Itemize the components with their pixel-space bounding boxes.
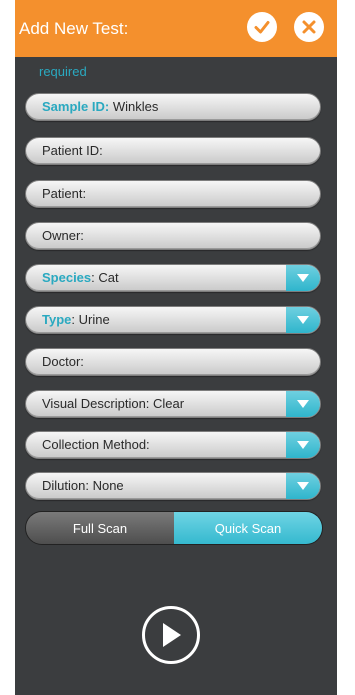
scan-mode-toggle: Full Scan Quick Scan (25, 511, 323, 545)
dilution-select[interactable]: Dilution: None (25, 472, 321, 500)
chevron-down-icon (297, 274, 309, 282)
header-title: Add New Test: (19, 19, 129, 38)
close-icon (302, 20, 316, 34)
dilution-label: Dilution: None (42, 478, 124, 493)
dilution-dropdown-button[interactable] (286, 473, 320, 499)
chevron-down-icon (297, 441, 309, 449)
add-test-panel: Add New Test: required Sample ID: Winkle… (15, 0, 337, 695)
collection-method-dropdown-button[interactable] (286, 432, 320, 458)
doctor-field[interactable]: Doctor: (25, 348, 321, 376)
sample-id-field[interactable]: Sample ID: Winkles (25, 93, 321, 121)
full-scan-option[interactable]: Full Scan (26, 512, 174, 544)
required-label: required (39, 64, 87, 79)
chevron-down-icon (297, 316, 309, 324)
chevron-down-icon (297, 482, 309, 490)
type-select[interactable]: Type: Urine (25, 306, 321, 334)
patient-label: Patient: (42, 186, 87, 201)
type-value: : Urine (71, 312, 110, 327)
species-value: : Cat (91, 270, 119, 285)
species-select[interactable]: Species: Cat (25, 264, 321, 292)
collection-method-label: Collection Method: (42, 437, 150, 452)
doctor-label: Doctor: (42, 354, 84, 369)
type-label: Type (42, 312, 72, 327)
patient-field[interactable]: Patient: (25, 180, 321, 208)
chevron-down-icon (297, 400, 309, 408)
sample-id-label: Sample ID: (42, 99, 110, 114)
header-bar: Add New Test: (15, 0, 337, 57)
patient-id-label: Patient ID: (42, 143, 103, 158)
collection-method-select[interactable]: Collection Method: (25, 431, 321, 459)
owner-label: Owner: (42, 228, 84, 243)
start-test-button[interactable] (142, 606, 200, 664)
species-label: Species (42, 270, 92, 285)
owner-field[interactable]: Owner: (25, 222, 321, 250)
sample-id-value: Winkles (112, 99, 159, 114)
visual-description-label: Visual Description: Clear (42, 396, 185, 411)
close-button[interactable] (294, 12, 324, 42)
patient-id-field[interactable]: Patient ID: (25, 137, 321, 165)
check-icon (254, 21, 270, 34)
species-dropdown-button[interactable] (286, 265, 320, 291)
type-dropdown-button[interactable] (286, 307, 320, 333)
visual-description-dropdown-button[interactable] (286, 391, 320, 417)
play-icon (163, 623, 181, 647)
quick-scan-option[interactable]: Quick Scan (174, 512, 322, 544)
confirm-button[interactable] (247, 12, 277, 42)
visual-description-select[interactable]: Visual Description: Clear (25, 390, 321, 418)
